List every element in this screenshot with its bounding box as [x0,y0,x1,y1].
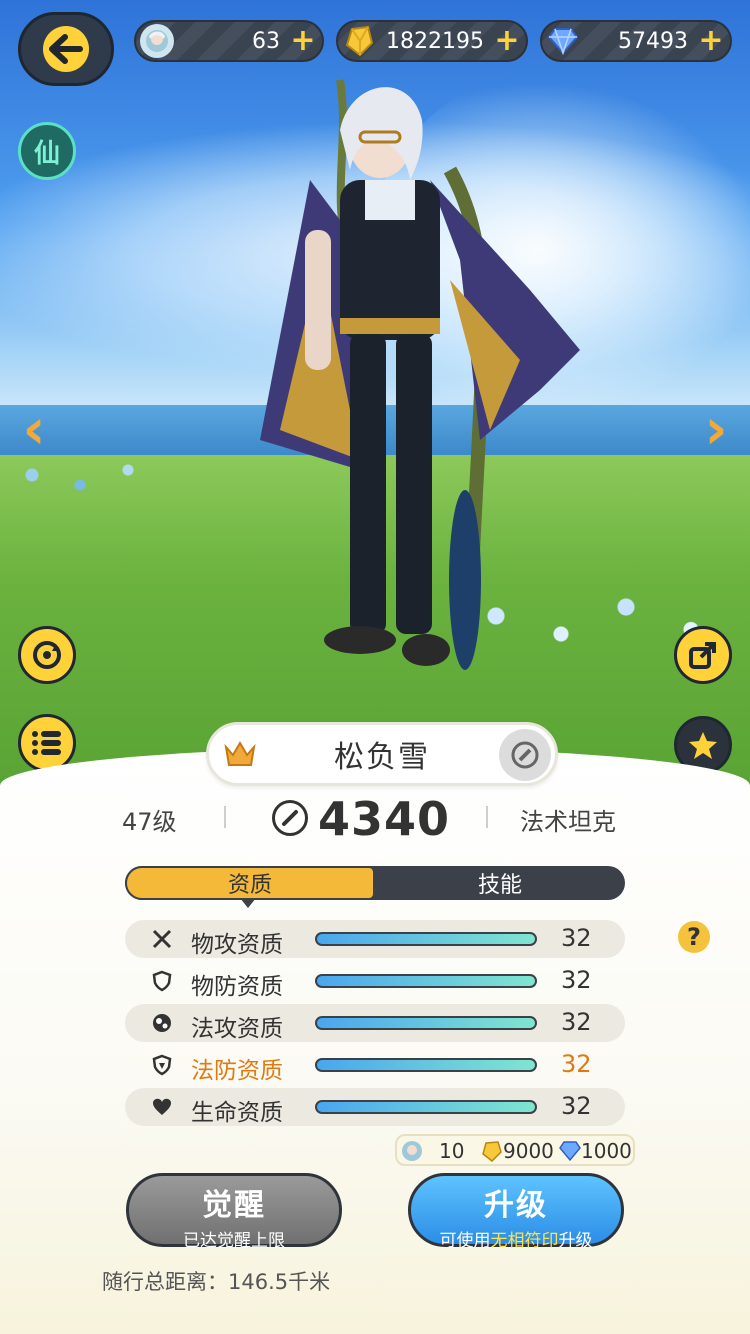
attr-bar [315,974,537,988]
share-button[interactable] [674,626,732,684]
tab-aptitude[interactable]: 资质 [125,866,375,900]
upgrade-title: 升级 [484,1188,548,1223]
magic-orb-icon [153,1014,171,1032]
cost-token: 10 [439,1139,465,1163]
attr-label: 物攻资质 [191,932,283,958]
flowers-left [0,455,160,505]
tab-bar: 资质 技能 [125,866,625,900]
avatar-token-icon [402,1141,422,1161]
diamond-count: 57493 [618,28,688,54]
add-gold-button[interactable]: + [494,26,520,56]
attr-row-health: 生命资质 32 [125,1088,625,1126]
back-arrow-icon [43,26,89,72]
swords-icon [152,929,172,949]
scene-background [0,0,750,800]
attr-label: 物防资质 [191,974,283,1000]
shield-icon [152,970,172,992]
avatar-token-icon [140,24,174,58]
token-count: 63 [252,28,280,54]
gold-count: 1822195 [386,28,484,54]
cost-diamond: 1000 [581,1139,632,1163]
xian-label: 仙 [33,138,60,169]
upgrade-subtitle: 可使用无相符印升级 [411,1226,621,1251]
attr-value: 32 [561,1092,592,1120]
resource-pill-token: 63 + [134,20,324,62]
attr-row-physical-attack: 物攻资质 32 [125,920,625,958]
attr-row-magic-attack: 法攻资质 32 [125,1004,625,1042]
stat-line: 47级 4340 法术坦克 [0,792,750,846]
upgrade-subtitle-suffix: 升级 [558,1231,593,1251]
attr-row-physical-defense: 物防资质 32 [125,962,625,1000]
travel-distance: 随行总距离：146.5千米 [102,1270,331,1294]
attr-bar [315,1058,537,1072]
edit-icon [511,741,539,769]
awaken-subtitle: 已达觉醒上限 [183,1231,285,1251]
attr-value: 32 [561,1050,592,1078]
tab-skills[interactable]: 技能 [375,866,625,900]
upgrade-subtitle-prefix: 可使用 [439,1231,491,1251]
attr-bar [315,1016,537,1030]
resource-pill-gold: 1822195 + [336,20,528,62]
list-icon [32,731,61,755]
add-diamond-button[interactable]: + [698,26,724,56]
character-name: 松负雪 [334,740,430,775]
attr-bar [315,932,537,946]
character-level: 47级 [122,808,177,836]
gold-crystal-icon [342,24,376,58]
attr-row-magic-defense: 法防资质 32 [125,1046,625,1084]
xian-button[interactable]: 仙 [18,122,76,180]
next-character-button[interactable]: › [696,400,736,460]
attr-label: 法防资质 [191,1058,283,1084]
attr-value: 32 [561,966,592,994]
gold-crystal-icon [482,1141,502,1162]
rotate-model-button[interactable] [18,626,76,684]
divider [486,806,488,828]
diamond-icon [546,24,580,58]
back-button[interactable] [18,12,114,86]
crown-icon [224,741,256,766]
awaken-button[interactable]: 觉醒 已达觉醒上限 [126,1173,342,1251]
tab-pointer [240,898,256,908]
attr-value: 32 [561,924,592,952]
magic-shield-icon [152,1054,172,1076]
help-button[interactable]: ? [678,921,710,953]
power-icon [272,800,308,836]
diamond-icon [559,1141,581,1162]
add-token-button[interactable]: + [290,26,316,56]
star-icon [689,732,717,759]
heart-icon [153,1098,171,1115]
upgrade-cost: 10 9000 1000 [395,1134,635,1166]
name-plate: 松负雪 [206,722,558,786]
cost-gold: 9000 [503,1139,554,1163]
attr-value: 32 [561,1008,592,1036]
character-model[interactable] [200,60,600,670]
rename-button[interactable] [499,729,551,781]
upgrade-subtitle-item: 无相符印 [490,1231,559,1251]
upgrade-button[interactable]: 升级 可使用无相符印升级 [408,1173,624,1251]
prev-character-button[interactable]: ‹ [14,400,54,460]
character-role: 法术坦克 [520,808,616,836]
resource-pill-diamond: 57493 + [540,20,732,62]
divider [224,806,226,828]
rotate-icon [33,641,61,669]
awaken-title: 觉醒 [202,1188,266,1223]
combat-power: 4340 [318,792,451,846]
share-icon [689,642,716,669]
attr-bar [315,1100,537,1114]
attr-label: 生命资质 [191,1100,283,1126]
attr-label: 法攻资质 [191,1016,283,1042]
